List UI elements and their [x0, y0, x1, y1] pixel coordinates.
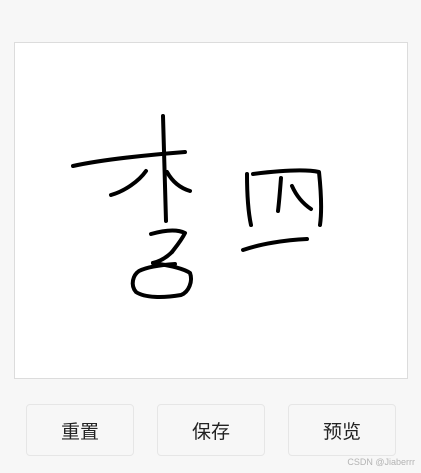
reset-button-label: 重置: [60, 420, 99, 443]
watermark-text: CSDN @Jiaberrr: [347, 457, 415, 467]
signature-stroke: [276, 176, 283, 213]
save-button[interactable]: 保存: [157, 404, 265, 456]
preview-button[interactable]: 预览: [288, 404, 396, 456]
action-button-row: 重置 保存 预览: [26, 404, 397, 456]
signature-canvas[interactable]: [14, 42, 408, 379]
signature-stroke: [71, 150, 187, 168]
signature-stroke: [161, 114, 168, 223]
reset-button[interactable]: 重置: [26, 404, 134, 456]
signature-stroke: [130, 261, 193, 299]
save-button-label: 保存: [191, 420, 230, 443]
signature-stroke: [109, 169, 148, 197]
signature-stroke: [165, 170, 192, 193]
signature-stroke: [290, 184, 313, 211]
signature-stroke: [251, 168, 324, 227]
signature-stroke: [151, 250, 174, 265]
handwritten-signature: [71, 114, 324, 299]
signature-stroke: [245, 172, 253, 227]
preview-button-label: 预览: [322, 420, 361, 443]
signature-stroke: [149, 228, 187, 254]
signature-stroke: [241, 237, 309, 252]
